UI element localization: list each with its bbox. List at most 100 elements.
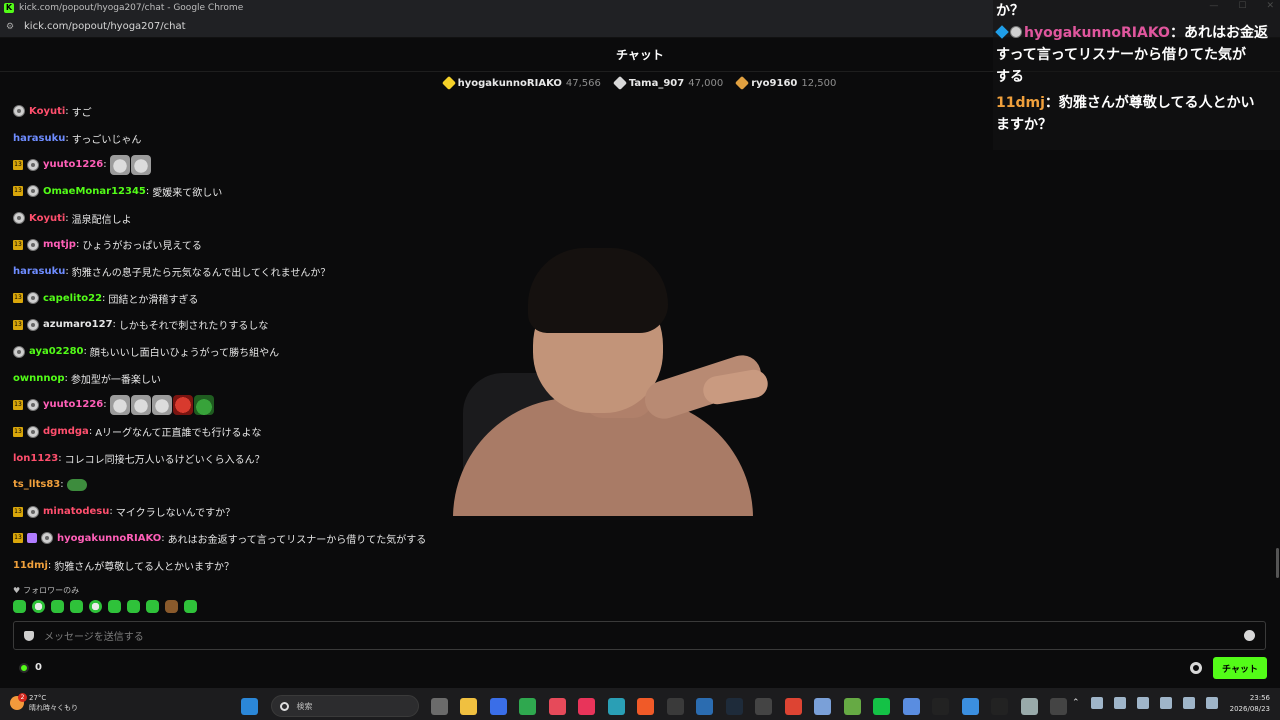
emote-icon[interactable]	[127, 600, 140, 613]
chat-username[interactable]: Koyuti	[29, 106, 65, 117]
gear-icon[interactable]	[1190, 662, 1202, 674]
emoji-picker-icon[interactable]	[1244, 630, 1255, 641]
points-value: 0	[35, 662, 42, 673]
taskbar-app-icon[interactable]	[1020, 697, 1038, 715]
avatar-icon	[13, 212, 25, 225]
cat-emote-icon	[130, 154, 151, 175]
tray-icon[interactable]	[1090, 697, 1103, 709]
chat-username[interactable]: dgmdga	[43, 426, 89, 437]
chat-footer: 0 チャット	[0, 655, 1280, 681]
taskbar-app-icon[interactable]	[1050, 697, 1067, 715]
taskbar-app-icon[interactable]	[460, 697, 477, 715]
chevron-up-icon[interactable]: ⌃	[1072, 698, 1080, 708]
chat-username[interactable]: harasuku	[13, 133, 65, 144]
taskbar-app-icon[interactable]	[902, 697, 920, 715]
leaderboard-entry[interactable]: hyogakunnoRIAKO 47,566	[441, 75, 601, 91]
chat-username[interactable]: hyogakunnoRIAKO	[57, 533, 161, 544]
system-clock[interactable]: 23:56 2026/08/23	[1222, 693, 1270, 715]
taskbar-app-icon[interactable]	[637, 697, 654, 715]
shield-icon[interactable]	[24, 630, 34, 641]
taskbar-app-icon[interactable]	[696, 697, 713, 715]
taskbar-app-icon[interactable]	[932, 697, 949, 715]
cloud-icon[interactable]	[1159, 697, 1172, 709]
emote-icon[interactable]	[13, 600, 26, 613]
weather-desc: 晴れ時々くもり	[29, 704, 78, 712]
emote-icon[interactable]	[165, 600, 178, 613]
chat-username[interactable]: minatodesu	[43, 506, 109, 517]
leader-username[interactable]: hyogakunnoRIAKO	[458, 78, 562, 89]
site-info-icon[interactable]: ⚙	[6, 22, 20, 32]
scrollbar[interactable]	[1276, 548, 1279, 578]
network-icon[interactable]	[1182, 697, 1195, 709]
taskbar-app-icon[interactable]	[843, 697, 861, 715]
chat-username[interactable]: azumaro127	[43, 319, 113, 330]
chat-input[interactable]: メッセージを送信する	[13, 621, 1266, 650]
taskbar-app-icon[interactable]	[666, 697, 684, 715]
taskbar-app-icon[interactable]	[873, 697, 890, 715]
chat-username[interactable]: mqtjp	[43, 239, 76, 250]
volume-icon[interactable]	[1205, 697, 1218, 709]
taskbar-app-icon[interactable]	[430, 697, 448, 715]
chat-username[interactable]: harasuku	[13, 266, 65, 277]
chat-username[interactable]: yuuto1226	[43, 399, 103, 410]
weather-widget[interactable]: 2 27°C 晴れ時々くもり	[10, 693, 78, 713]
mic-icon[interactable]	[1113, 697, 1126, 709]
emote-icon[interactable]	[89, 600, 102, 613]
search-placeholder: 検索	[296, 701, 313, 711]
colon: :	[47, 559, 52, 571]
overlay-text: ：あれはお金返	[1169, 25, 1268, 41]
taskbar-app-icon[interactable]	[489, 697, 507, 715]
avatar-icon	[1010, 26, 1022, 38]
windows-start-icon[interactable]	[241, 697, 258, 715]
url-text[interactable]: kick.com/popout/hyoga207/chat	[24, 21, 186, 32]
emote-icon[interactable]	[51, 600, 64, 613]
channel-points[interactable]: 0	[19, 662, 42, 673]
emote-icon[interactable]	[70, 600, 83, 613]
chat-username[interactable]: Koyuti	[29, 213, 65, 224]
chat-username[interactable]: capelito22	[43, 293, 102, 304]
avatar-icon	[27, 158, 39, 171]
chat-username[interactable]: 11dmj	[13, 560, 48, 571]
frog-emote-icon	[193, 394, 214, 415]
overlay-message: hyogakunnoRIAKO：あれはお金返	[993, 22, 1280, 44]
taskbar-app-icon[interactable]	[991, 697, 1008, 715]
emote-icon[interactable]	[108, 600, 121, 613]
chat-username[interactable]: yuuto1226	[43, 159, 103, 170]
chat-username[interactable]: OmaeMonar12345	[43, 186, 146, 197]
taskbar-app-icon[interactable]	[961, 697, 979, 715]
taskbar-search[interactable]: 検索	[270, 695, 419, 717]
colon: :	[102, 292, 106, 304]
chat-input-placeholder[interactable]: メッセージを送信する	[44, 628, 144, 643]
avatar-icon	[27, 292, 39, 305]
cat-emote-icon	[151, 394, 172, 415]
emote-icon[interactable]	[146, 600, 159, 613]
taskbar-app-icon[interactable]	[784, 697, 802, 715]
avatar-icon	[27, 185, 39, 198]
avatar-icon	[27, 318, 39, 331]
taskbar-app-icon[interactable]	[578, 697, 595, 715]
taskbar-app-icon[interactable]	[607, 697, 625, 715]
taskbar-app-icon[interactable]	[814, 697, 831, 715]
emote-icon[interactable]	[32, 600, 45, 613]
taskbar-app-icon[interactable]	[548, 697, 566, 715]
taskbar-app-icon[interactable]	[725, 697, 743, 715]
chat-username[interactable]: ownnnop	[13, 373, 65, 384]
colon: :	[103, 399, 107, 411]
leaderboard-entry[interactable]: Tama_907 47,000	[612, 75, 723, 91]
leader-username[interactable]: ryo9160	[751, 78, 797, 89]
taskbar-app-icon[interactable]	[755, 697, 772, 715]
pepe-emote-icon	[66, 478, 87, 491]
taskbar-app-icon[interactable]	[519, 697, 536, 715]
subscriber-badge-icon: 13	[13, 533, 23, 544]
gift-gem-icon	[612, 75, 627, 91]
tray-icon[interactable]	[1136, 697, 1149, 709]
emote-icon[interactable]	[184, 600, 197, 613]
overlay-text-line: すって言ってリスナーから借りてた気が	[996, 47, 1247, 63]
leaderboard-entry[interactable]: ryo9160 12,500	[735, 75, 836, 91]
chat-username[interactable]: lon1123	[13, 453, 58, 464]
leader-username[interactable]: Tama_907	[629, 78, 684, 89]
send-chat-button[interactable]: チャット	[1213, 657, 1267, 679]
chat-username[interactable]: aya02280	[29, 346, 84, 357]
chat-username[interactable]: ts_llts83	[13, 479, 60, 490]
system-tray: ⌃	[1072, 697, 1218, 709]
